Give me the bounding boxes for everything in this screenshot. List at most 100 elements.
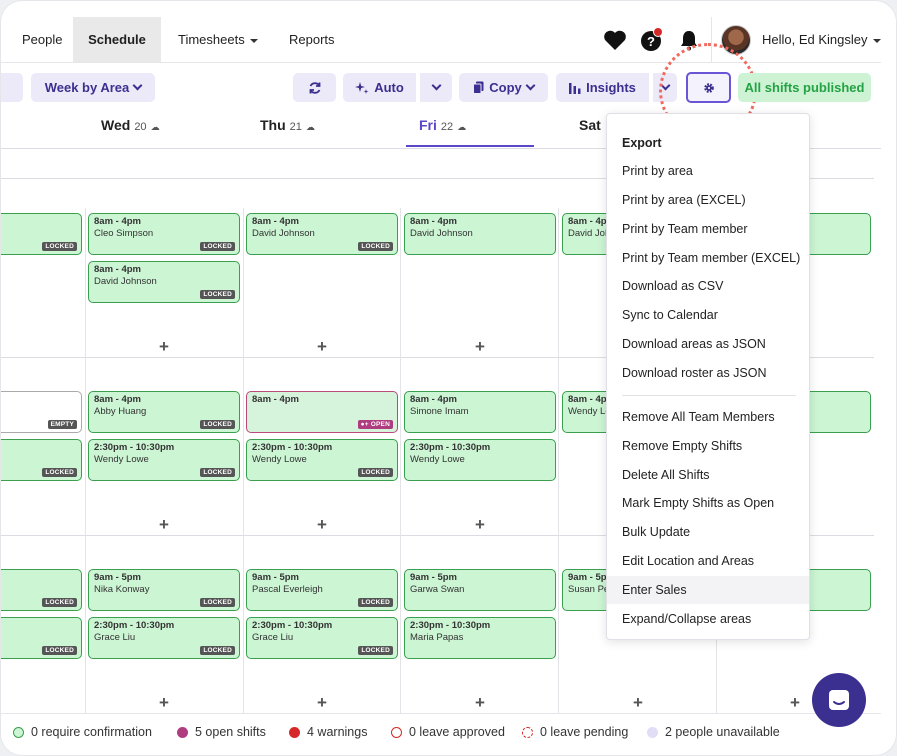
auto-dropdown-button[interactable] bbox=[420, 73, 452, 102]
shift-card[interactable]: 2:30pm - 10:30pm Grace Liu LOCKED bbox=[88, 617, 240, 659]
legend-label: 5 open shifts bbox=[195, 725, 266, 739]
add-shift-button[interactable]: + bbox=[315, 694, 329, 711]
day-header-wed[interactable]: Wed 20 ☁ bbox=[101, 117, 160, 147]
legend-label: 0 leave approved bbox=[409, 725, 505, 739]
shift-card[interactable]: LOCKED bbox=[1, 617, 82, 659]
menu-item-remove-all-team-members[interactable]: Remove All Team Members bbox=[607, 403, 809, 431]
menu-item-expand-collapse-areas[interactable]: Expand/Collapse areas bbox=[607, 605, 809, 633]
shift-card[interactable] bbox=[801, 213, 871, 255]
shift-card[interactable] bbox=[801, 569, 871, 611]
legend-require-confirmation[interactable]: 0 require confirmation bbox=[13, 725, 152, 739]
status-badge: LOCKED bbox=[200, 646, 235, 655]
add-shift-button[interactable]: + bbox=[315, 338, 329, 355]
chat-launcher-button[interactable] bbox=[812, 673, 866, 727]
legend-leave-approved[interactable]: 0 leave approved bbox=[391, 725, 505, 739]
shift-employee: Pascal Everleigh bbox=[252, 584, 323, 595]
shift-card[interactable]: 2:30pm - 10:30pm Grace Liu LOCKED bbox=[246, 617, 398, 659]
shift-card[interactable]: 2:30pm - 10:30pm Wendy Lowe LOCKED bbox=[246, 439, 398, 481]
shift-card[interactable]: 8am - 4pm Simone Imam bbox=[404, 391, 556, 433]
date-nav-button[interactable] bbox=[1, 73, 23, 102]
day-header-thu[interactable]: Thu 21 ☁ bbox=[260, 117, 315, 147]
shift-time: 8am - 4pm bbox=[94, 264, 141, 275]
status-badge: LOCKED bbox=[42, 646, 77, 655]
menu-item-delete-all-shifts[interactable]: Delete All Shifts bbox=[607, 461, 809, 489]
nav-schedule[interactable]: Schedule bbox=[73, 17, 161, 62]
menu-item-sync-calendar[interactable]: Sync to Calendar bbox=[607, 301, 809, 329]
nav-people[interactable]: People bbox=[22, 17, 62, 62]
menu-item-mark-empty-open[interactable]: Mark Empty Shifts as Open bbox=[607, 489, 809, 517]
menu-item-download-csv[interactable]: Download as CSV bbox=[607, 272, 809, 300]
shift-card[interactable]: LOCKED bbox=[1, 439, 82, 481]
menu-item-download-roster-json[interactable]: Download roster as JSON bbox=[607, 359, 809, 387]
legend-warnings[interactable]: 4 warnings bbox=[289, 725, 367, 739]
shift-card[interactable]: 8am - 4pm David Johnson bbox=[404, 213, 556, 255]
open-badge-label: OPEN bbox=[370, 421, 390, 428]
person-add-icon: ●+ bbox=[360, 421, 371, 428]
add-shift-button[interactable]: + bbox=[157, 338, 171, 355]
copy-button[interactable]: Copy bbox=[459, 73, 548, 102]
shift-card[interactable]: EMPTY bbox=[1, 391, 82, 433]
nav-timesheets[interactable]: Timesheets bbox=[178, 17, 258, 62]
day-header-fri[interactable]: Fri 22 ☁ bbox=[406, 117, 534, 147]
heart-icon[interactable] bbox=[602, 27, 628, 53]
menu-section-title: Export bbox=[622, 136, 662, 150]
legend-open-shifts[interactable]: 5 open shifts bbox=[177, 725, 266, 739]
shift-time: 2:30pm - 10:30pm bbox=[94, 620, 175, 631]
user-menu[interactable]: Hello, Ed Kingsley bbox=[762, 17, 881, 62]
add-shift-button[interactable]: + bbox=[157, 516, 171, 533]
shift-card[interactable]: 9am - 5pm Nika Konway LOCKED bbox=[88, 569, 240, 611]
shift-card[interactable]: 2:30pm - 10:30pm Wendy Lowe bbox=[404, 439, 556, 481]
shift-time: 8am - 4pm bbox=[252, 216, 299, 227]
add-shift-button[interactable]: + bbox=[631, 694, 645, 711]
shift-card[interactable]: 2:30pm - 10:30pm Wendy Lowe LOCKED bbox=[88, 439, 240, 481]
auto-button[interactable]: Auto bbox=[343, 73, 416, 102]
menu-item-edit-location-areas[interactable]: Edit Location and Areas bbox=[607, 547, 809, 575]
add-shift-button[interactable]: + bbox=[788, 694, 802, 711]
shift-card[interactable] bbox=[801, 391, 871, 433]
add-shift-button[interactable]: + bbox=[473, 338, 487, 355]
day-number: 21 bbox=[289, 121, 302, 133]
chevron-down-icon bbox=[431, 80, 441, 91]
shift-card[interactable]: LOCKED bbox=[1, 569, 82, 611]
menu-divider bbox=[622, 395, 796, 396]
shift-card[interactable]: 9am - 5pm Garwa Swan bbox=[404, 569, 556, 611]
add-shift-button[interactable]: + bbox=[315, 516, 329, 533]
add-shift-button[interactable]: + bbox=[473, 516, 487, 533]
nav-reports[interactable]: Reports bbox=[289, 17, 335, 62]
shift-card[interactable]: 9am - 5pm Pascal Everleigh LOCKED bbox=[246, 569, 398, 611]
day-header-sat[interactable]: Sat bbox=[579, 117, 601, 147]
menu-item-enter-sales[interactable]: Enter Sales bbox=[607, 576, 809, 604]
menu-item-print-by-team-member[interactable]: Print by Team member bbox=[607, 215, 809, 243]
cloud-icon: ☁ bbox=[457, 122, 467, 132]
shift-card[interactable]: 8am - 4pm David Johnson LOCKED bbox=[88, 261, 240, 303]
shift-card[interactable]: LOCKED bbox=[1, 213, 82, 255]
shift-time: 8am - 4pm bbox=[94, 216, 141, 227]
shift-employee: Grace Liu bbox=[94, 632, 136, 643]
legend-dot bbox=[391, 726, 402, 738]
status-badge: LOCKED bbox=[200, 420, 235, 429]
shift-time: 9am - 5pm bbox=[410, 572, 457, 583]
help-icon[interactable]: ? bbox=[639, 27, 665, 53]
legend-leave-pending[interactable]: 0 leave pending bbox=[522, 725, 628, 739]
legend-dot bbox=[177, 726, 188, 738]
shift-card[interactable]: 8am - 4pm David Johnson LOCKED bbox=[246, 213, 398, 255]
menu-item-bulk-update[interactable]: Bulk Update bbox=[607, 518, 809, 546]
insights-button[interactable]: Insights bbox=[556, 73, 649, 102]
shift-card[interactable]: 8am - 4pm Cleo Simpson LOCKED bbox=[88, 213, 240, 255]
menu-item-download-areas-json[interactable]: Download areas as JSON bbox=[607, 330, 809, 358]
legend-unavailable[interactable]: 2 people unavailable bbox=[647, 725, 780, 739]
menu-item-print-by-area[interactable]: Print by area bbox=[607, 157, 809, 185]
add-shift-button[interactable]: + bbox=[157, 694, 171, 711]
menu-item-print-by-team-member-excel[interactable]: Print by Team member (EXCEL) bbox=[607, 244, 809, 272]
chat-icon bbox=[829, 690, 849, 710]
shift-card-open[interactable]: 8am - 4pm ●+ OPEN bbox=[246, 391, 398, 433]
view-select[interactable]: Week by Area bbox=[31, 73, 155, 102]
shift-card[interactable]: 8am - 4pm Abby Huang LOCKED bbox=[88, 391, 240, 433]
refresh-button[interactable] bbox=[293, 73, 336, 102]
menu-item-remove-empty-shifts[interactable]: Remove Empty Shifts bbox=[607, 432, 809, 460]
shift-card[interactable]: 2:30pm - 10:30pm Maria Papas bbox=[404, 617, 556, 659]
menu-item-print-by-area-excel[interactable]: Print by area (EXCEL) bbox=[607, 186, 809, 214]
add-shift-button[interactable]: + bbox=[473, 694, 487, 711]
shift-time: 8am - 4pm bbox=[410, 394, 457, 405]
legend-label: 4 warnings bbox=[307, 725, 368, 739]
